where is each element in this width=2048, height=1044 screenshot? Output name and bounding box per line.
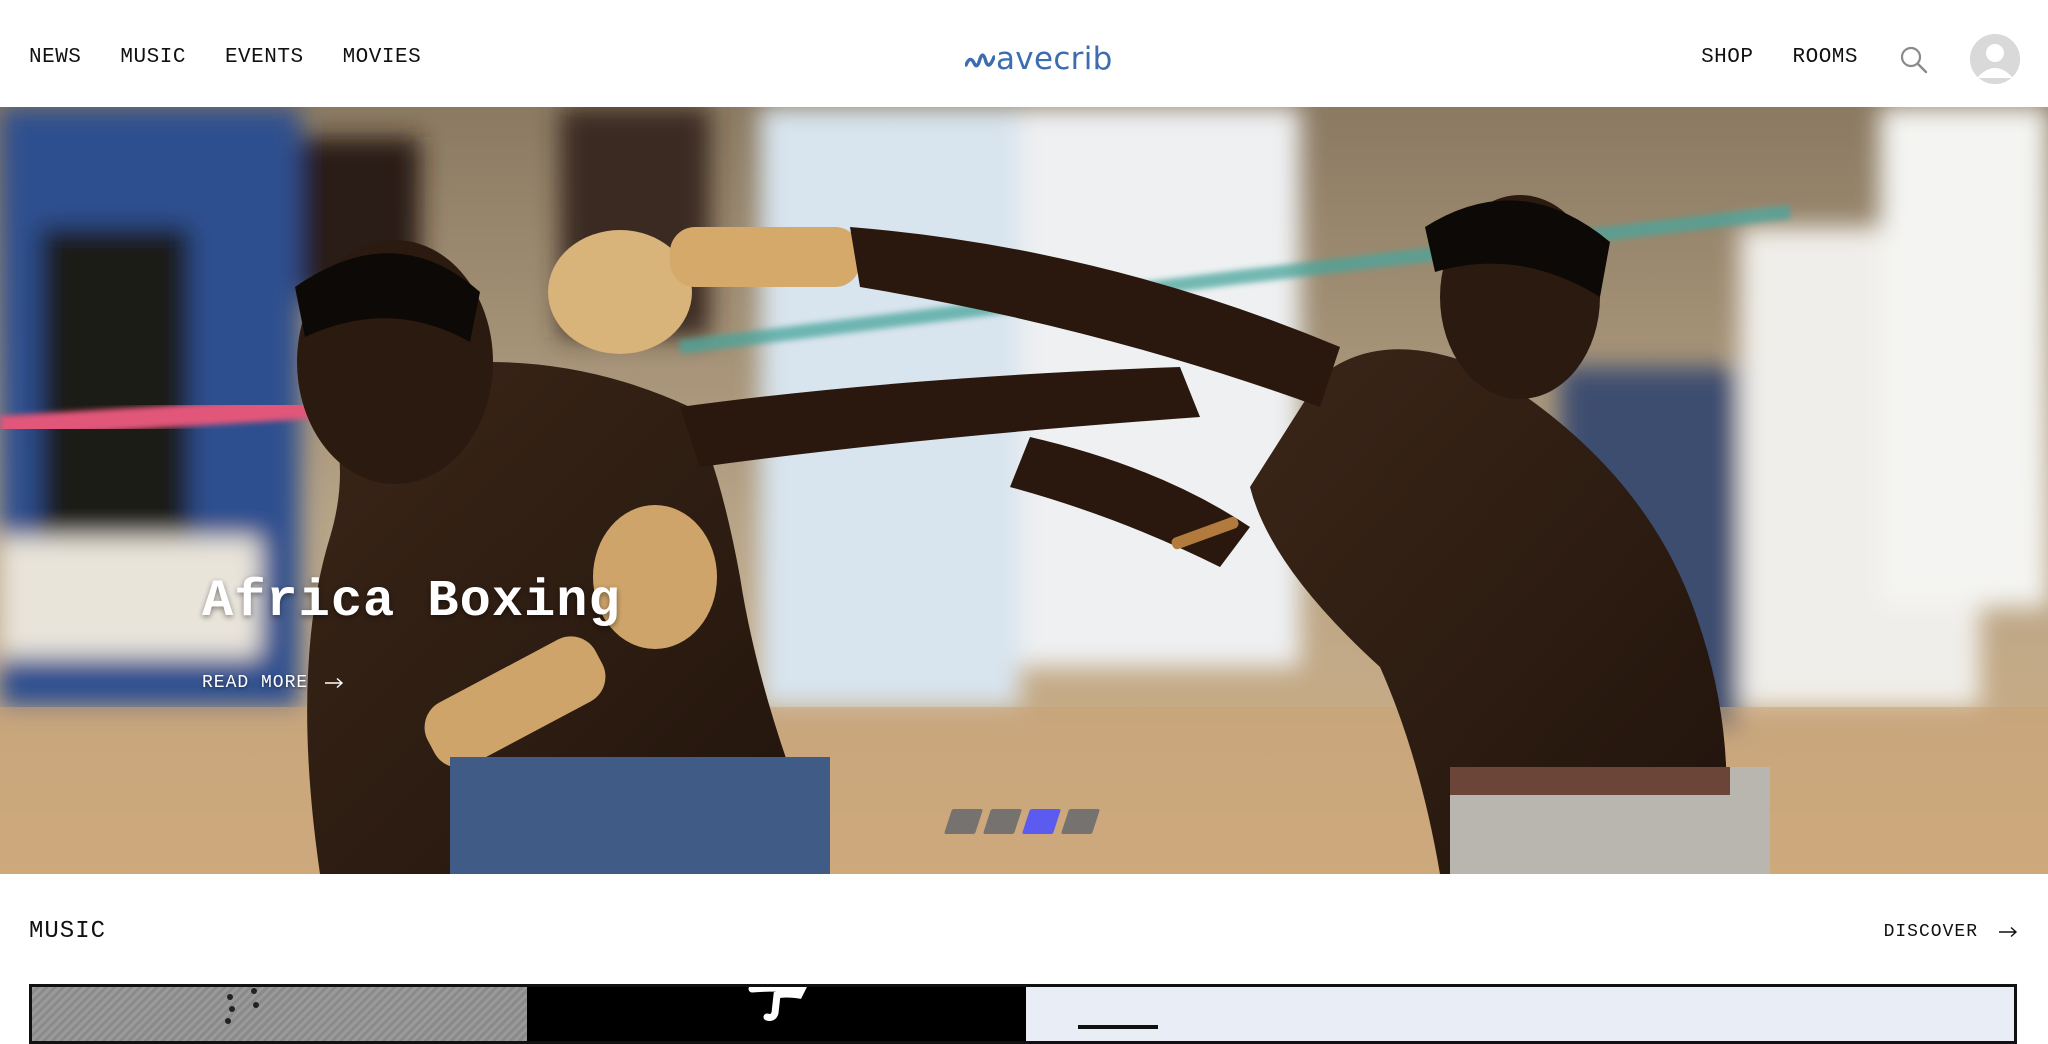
logo-wordmark: avecrib <box>996 41 1113 77</box>
nav-news-link[interactable]: NEWS <box>29 44 81 72</box>
carousel-dot-4[interactable] <box>1060 809 1101 834</box>
arrow-right-icon <box>325 677 344 689</box>
nav-music-link[interactable]: MUSIC <box>120 44 186 72</box>
carousel-dot-2[interactable] <box>982 809 1023 834</box>
grunge-texture-image <box>225 988 259 1024</box>
read-more-label: READ MORE <box>202 673 309 693</box>
music-card-image-2[interactable] <box>527 987 1026 1041</box>
hero-background-image <box>0 107 2048 874</box>
nav-shop-link[interactable]: SHOP <box>1701 44 1753 72</box>
top-navigation-bar: NEWS MUSIC EVENTS MOVIES avecrib SHOP RO… <box>0 0 2048 108</box>
user-avatar-icon <box>1970 34 2020 84</box>
music-card-info-panel[interactable] <box>1026 987 2014 1041</box>
wave-logo-mark-icon <box>965 53 995 68</box>
discover-label: DISCOVER <box>1883 922 1978 942</box>
hero-carousel: Africa Boxing READ MORE <box>0 107 2048 874</box>
user-avatar-button[interactable] <box>1970 34 2020 84</box>
site-logo[interactable]: avecrib <box>965 39 1165 79</box>
carousel-dot-1[interactable] <box>943 809 984 834</box>
carousel-dot-3[interactable] <box>1021 809 1062 834</box>
nav-events-link[interactable]: EVENTS <box>225 44 304 72</box>
discover-link[interactable]: DISCOVER <box>1884 918 2018 946</box>
primary-nav: NEWS MUSIC EVENTS MOVIES <box>29 44 421 72</box>
search-icon <box>1900 46 1928 74</box>
carousel-pagination <box>943 809 1101 834</box>
nav-rooms-link[interactable]: ROOMS <box>1792 44 1858 72</box>
music-section-title: MUSIC <box>29 918 107 945</box>
album-cover-image <box>748 987 807 1021</box>
nav-movies-link[interactable]: MOVIES <box>343 44 422 72</box>
search-button[interactable] <box>1898 44 1930 76</box>
arrow-right-icon <box>1999 926 2018 938</box>
read-more-link[interactable]: READ MORE <box>202 673 344 693</box>
hero-title: Africa Boxing <box>202 572 621 631</box>
card-title-underline <box>1078 1025 1158 1029</box>
secondary-nav: SHOP ROOMS <box>1701 44 1858 72</box>
music-card-image-1[interactable] <box>32 987 527 1041</box>
music-feature-card <box>29 984 2017 1044</box>
